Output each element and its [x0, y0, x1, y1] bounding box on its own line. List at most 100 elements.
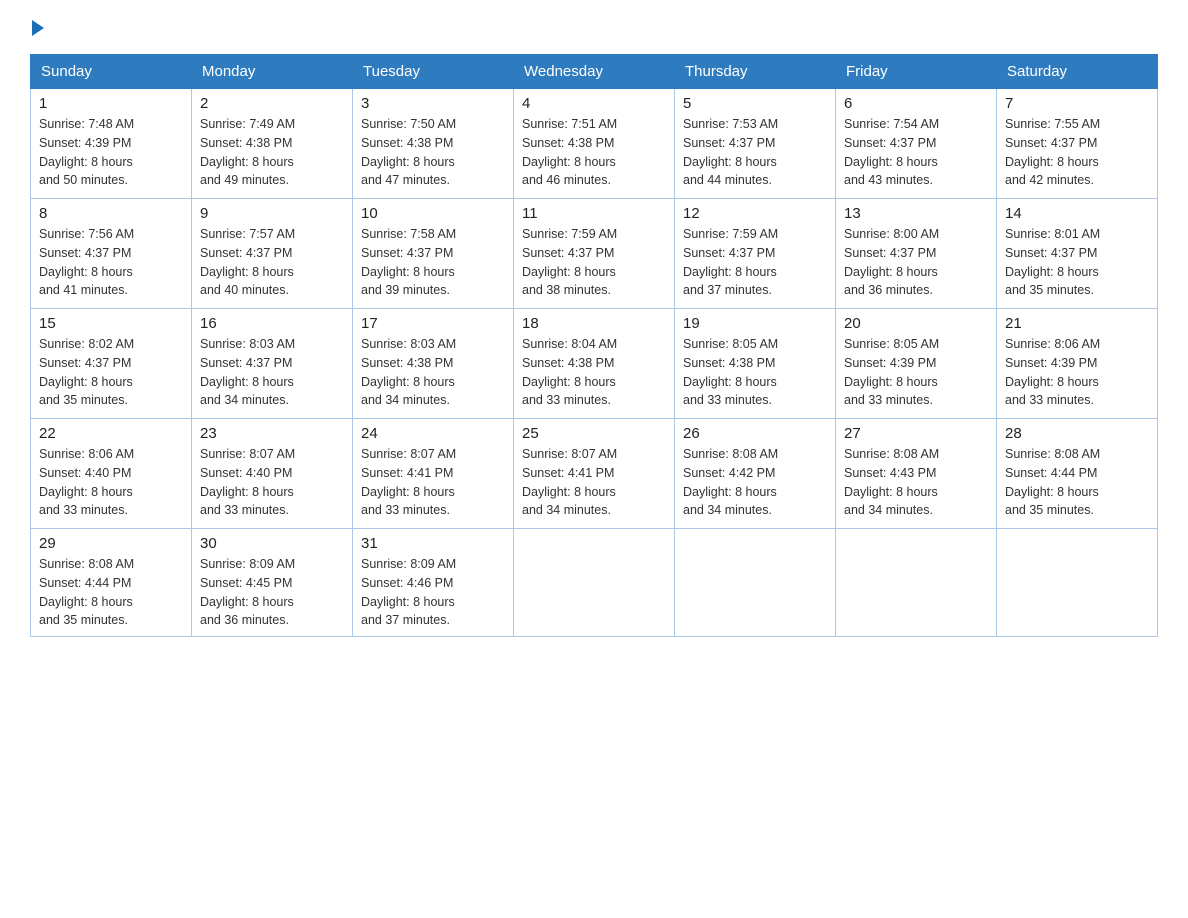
day-info: Sunrise: 8:07 AM Sunset: 4:41 PM Dayligh…	[361, 445, 505, 520]
day-number: 21	[1005, 315, 1149, 332]
calendar-header-row: SundayMondayTuesdayWednesdayThursdayFrid…	[31, 55, 1158, 89]
week-row-4: 22 Sunrise: 8:06 AM Sunset: 4:40 PM Dayl…	[31, 419, 1158, 529]
day-info: Sunrise: 8:03 AM Sunset: 4:37 PM Dayligh…	[200, 335, 344, 410]
day-info: Sunrise: 8:08 AM Sunset: 4:43 PM Dayligh…	[844, 445, 988, 520]
col-header-wednesday: Wednesday	[514, 55, 675, 89]
day-number: 6	[844, 95, 988, 112]
day-info: Sunrise: 8:01 AM Sunset: 4:37 PM Dayligh…	[1005, 225, 1149, 300]
day-number: 31	[361, 535, 505, 552]
calendar-cell: 27 Sunrise: 8:08 AM Sunset: 4:43 PM Dayl…	[836, 419, 997, 529]
page-header	[30, 20, 1158, 36]
calendar-cell: 30 Sunrise: 8:09 AM Sunset: 4:45 PM Dayl…	[192, 529, 353, 637]
day-info: Sunrise: 8:08 AM Sunset: 4:44 PM Dayligh…	[1005, 445, 1149, 520]
calendar-cell: 22 Sunrise: 8:06 AM Sunset: 4:40 PM Dayl…	[31, 419, 192, 529]
day-number: 7	[1005, 95, 1149, 112]
day-number: 1	[39, 95, 183, 112]
day-info: Sunrise: 7:50 AM Sunset: 4:38 PM Dayligh…	[361, 115, 505, 190]
day-info: Sunrise: 8:02 AM Sunset: 4:37 PM Dayligh…	[39, 335, 183, 410]
day-info: Sunrise: 7:49 AM Sunset: 4:38 PM Dayligh…	[200, 115, 344, 190]
calendar-cell: 31 Sunrise: 8:09 AM Sunset: 4:46 PM Dayl…	[353, 529, 514, 637]
day-info: Sunrise: 8:08 AM Sunset: 4:42 PM Dayligh…	[683, 445, 827, 520]
calendar-cell: 18 Sunrise: 8:04 AM Sunset: 4:38 PM Dayl…	[514, 309, 675, 419]
day-info: Sunrise: 8:06 AM Sunset: 4:39 PM Dayligh…	[1005, 335, 1149, 410]
day-info: Sunrise: 8:00 AM Sunset: 4:37 PM Dayligh…	[844, 225, 988, 300]
day-number: 22	[39, 425, 183, 442]
day-info: Sunrise: 7:51 AM Sunset: 4:38 PM Dayligh…	[522, 115, 666, 190]
day-number: 9	[200, 205, 344, 222]
calendar-cell: 7 Sunrise: 7:55 AM Sunset: 4:37 PM Dayli…	[997, 89, 1158, 199]
day-info: Sunrise: 7:58 AM Sunset: 4:37 PM Dayligh…	[361, 225, 505, 300]
day-number: 18	[522, 315, 666, 332]
day-info: Sunrise: 8:09 AM Sunset: 4:45 PM Dayligh…	[200, 555, 344, 630]
col-header-saturday: Saturday	[997, 55, 1158, 89]
day-number: 12	[683, 205, 827, 222]
day-number: 24	[361, 425, 505, 442]
day-info: Sunrise: 8:07 AM Sunset: 4:40 PM Dayligh…	[200, 445, 344, 520]
calendar-cell: 28 Sunrise: 8:08 AM Sunset: 4:44 PM Dayl…	[997, 419, 1158, 529]
calendar-cell: 1 Sunrise: 7:48 AM Sunset: 4:39 PM Dayli…	[31, 89, 192, 199]
day-number: 10	[361, 205, 505, 222]
day-number: 3	[361, 95, 505, 112]
calendar-cell	[997, 529, 1158, 637]
calendar-cell: 10 Sunrise: 7:58 AM Sunset: 4:37 PM Dayl…	[353, 199, 514, 309]
day-info: Sunrise: 8:08 AM Sunset: 4:44 PM Dayligh…	[39, 555, 183, 630]
col-header-thursday: Thursday	[675, 55, 836, 89]
week-row-5: 29 Sunrise: 8:08 AM Sunset: 4:44 PM Dayl…	[31, 529, 1158, 637]
logo	[30, 20, 46, 36]
calendar-cell: 12 Sunrise: 7:59 AM Sunset: 4:37 PM Dayl…	[675, 199, 836, 309]
calendar-cell: 29 Sunrise: 8:08 AM Sunset: 4:44 PM Dayl…	[31, 529, 192, 637]
day-number: 14	[1005, 205, 1149, 222]
calendar-cell: 19 Sunrise: 8:05 AM Sunset: 4:38 PM Dayl…	[675, 309, 836, 419]
day-number: 13	[844, 205, 988, 222]
logo-arrow-icon	[32, 20, 44, 36]
calendar-cell: 9 Sunrise: 7:57 AM Sunset: 4:37 PM Dayli…	[192, 199, 353, 309]
day-info: Sunrise: 7:59 AM Sunset: 4:37 PM Dayligh…	[522, 225, 666, 300]
calendar-cell	[514, 529, 675, 637]
col-header-tuesday: Tuesday	[353, 55, 514, 89]
day-number: 2	[200, 95, 344, 112]
day-number: 25	[522, 425, 666, 442]
day-number: 23	[200, 425, 344, 442]
day-info: Sunrise: 7:48 AM Sunset: 4:39 PM Dayligh…	[39, 115, 183, 190]
day-info: Sunrise: 8:04 AM Sunset: 4:38 PM Dayligh…	[522, 335, 666, 410]
day-info: Sunrise: 8:05 AM Sunset: 4:38 PM Dayligh…	[683, 335, 827, 410]
calendar-cell: 15 Sunrise: 8:02 AM Sunset: 4:37 PM Dayl…	[31, 309, 192, 419]
day-number: 27	[844, 425, 988, 442]
week-row-1: 1 Sunrise: 7:48 AM Sunset: 4:39 PM Dayli…	[31, 89, 1158, 199]
calendar-cell: 21 Sunrise: 8:06 AM Sunset: 4:39 PM Dayl…	[997, 309, 1158, 419]
week-row-2: 8 Sunrise: 7:56 AM Sunset: 4:37 PM Dayli…	[31, 199, 1158, 309]
day-info: Sunrise: 8:09 AM Sunset: 4:46 PM Dayligh…	[361, 555, 505, 630]
col-header-monday: Monday	[192, 55, 353, 89]
calendar-cell: 14 Sunrise: 8:01 AM Sunset: 4:37 PM Dayl…	[997, 199, 1158, 309]
day-number: 19	[683, 315, 827, 332]
calendar-cell: 4 Sunrise: 7:51 AM Sunset: 4:38 PM Dayli…	[514, 89, 675, 199]
day-info: Sunrise: 8:05 AM Sunset: 4:39 PM Dayligh…	[844, 335, 988, 410]
day-info: Sunrise: 8:07 AM Sunset: 4:41 PM Dayligh…	[522, 445, 666, 520]
day-info: Sunrise: 7:59 AM Sunset: 4:37 PM Dayligh…	[683, 225, 827, 300]
day-info: Sunrise: 7:55 AM Sunset: 4:37 PM Dayligh…	[1005, 115, 1149, 190]
calendar-cell: 11 Sunrise: 7:59 AM Sunset: 4:37 PM Dayl…	[514, 199, 675, 309]
day-info: Sunrise: 7:53 AM Sunset: 4:37 PM Dayligh…	[683, 115, 827, 190]
day-info: Sunrise: 7:56 AM Sunset: 4:37 PM Dayligh…	[39, 225, 183, 300]
calendar-cell: 6 Sunrise: 7:54 AM Sunset: 4:37 PM Dayli…	[836, 89, 997, 199]
day-info: Sunrise: 7:54 AM Sunset: 4:37 PM Dayligh…	[844, 115, 988, 190]
calendar-cell: 8 Sunrise: 7:56 AM Sunset: 4:37 PM Dayli…	[31, 199, 192, 309]
calendar-cell: 13 Sunrise: 8:00 AM Sunset: 4:37 PM Dayl…	[836, 199, 997, 309]
day-number: 20	[844, 315, 988, 332]
day-number: 8	[39, 205, 183, 222]
day-number: 29	[39, 535, 183, 552]
calendar-cell: 23 Sunrise: 8:07 AM Sunset: 4:40 PM Dayl…	[192, 419, 353, 529]
calendar-cell: 3 Sunrise: 7:50 AM Sunset: 4:38 PM Dayli…	[353, 89, 514, 199]
calendar-cell: 24 Sunrise: 8:07 AM Sunset: 4:41 PM Dayl…	[353, 419, 514, 529]
calendar-cell: 5 Sunrise: 7:53 AM Sunset: 4:37 PM Dayli…	[675, 89, 836, 199]
day-number: 17	[361, 315, 505, 332]
calendar-cell: 25 Sunrise: 8:07 AM Sunset: 4:41 PM Dayl…	[514, 419, 675, 529]
day-info: Sunrise: 8:06 AM Sunset: 4:40 PM Dayligh…	[39, 445, 183, 520]
calendar-cell	[836, 529, 997, 637]
day-info: Sunrise: 7:57 AM Sunset: 4:37 PM Dayligh…	[200, 225, 344, 300]
col-header-sunday: Sunday	[31, 55, 192, 89]
day-number: 26	[683, 425, 827, 442]
day-number: 11	[522, 205, 666, 222]
calendar-cell: 16 Sunrise: 8:03 AM Sunset: 4:37 PM Dayl…	[192, 309, 353, 419]
day-number: 16	[200, 315, 344, 332]
